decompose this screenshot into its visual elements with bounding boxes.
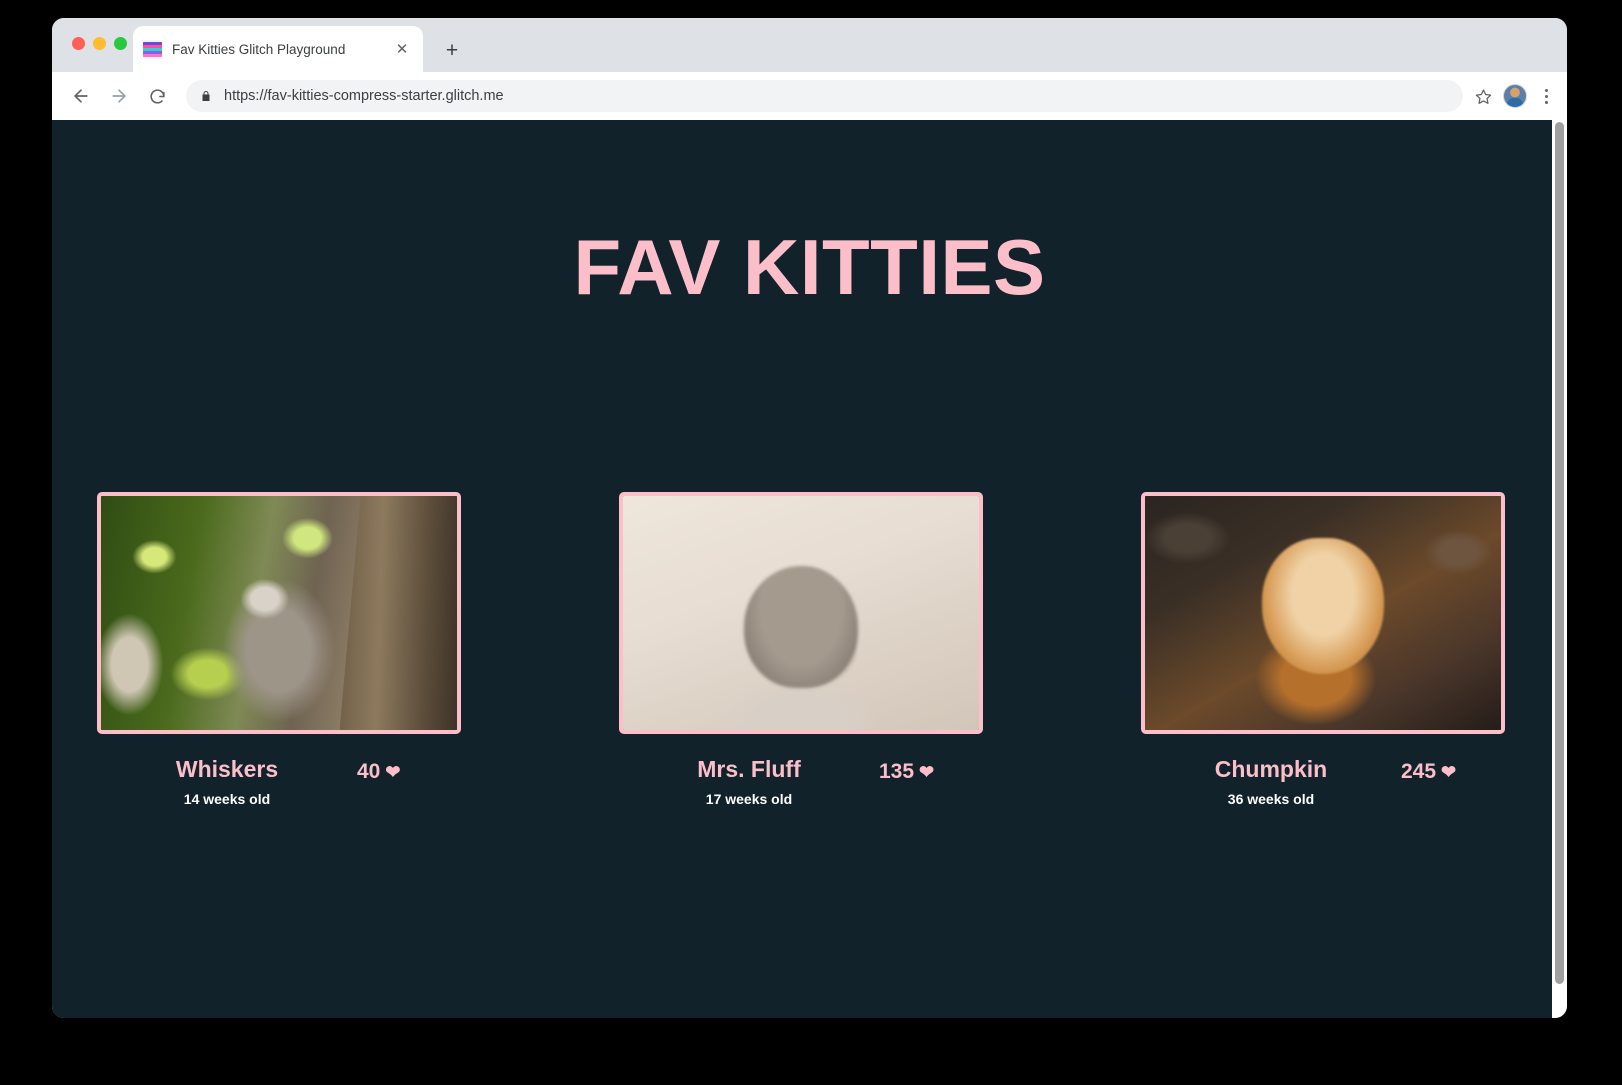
glitch-favicon <box>143 39 162 59</box>
kitty-name: Mrs. Fluff <box>697 756 801 782</box>
kitty-name: Whiskers <box>175 756 279 782</box>
minimize-window-button[interactable] <box>93 37 106 50</box>
heart-icon[interactable]: ❤ <box>919 762 934 782</box>
like-count: 135 <box>879 760 915 783</box>
browser-tab[interactable]: Fav Kitties Glitch Playground ✕ <box>133 26 423 72</box>
new-tab-button[interactable]: + <box>440 38 464 62</box>
kitty-photo-mrs-fluff[interactable] <box>619 492 983 734</box>
kitty-identity: Whiskers 14 weeks old <box>123 757 331 807</box>
kitty-age: 36 weeks old <box>1227 791 1315 808</box>
browser-window: Fav Kitties Glitch Playground ✕ + https:… <box>52 18 1567 1018</box>
star-icon[interactable] <box>1469 82 1497 110</box>
window-traffic-lights <box>72 37 127 50</box>
reload-icon[interactable] <box>140 79 174 113</box>
kitty-identity: Chumpkin 36 weeks old <box>1167 757 1375 807</box>
close-tab-icon[interactable]: ✕ <box>391 38 413 60</box>
tab-strip: Fav Kitties Glitch Playground ✕ + <box>52 18 1567 72</box>
scrollbar-thumb[interactable] <box>1555 122 1564 984</box>
browser-toolbar: https://fav-kitties-compress-starter.gli… <box>52 72 1567 120</box>
avatar[interactable] <box>1503 84 1527 108</box>
page-title: FAV KITTIES <box>573 223 1046 311</box>
kitty-card[interactable]: Mrs. Fluff 17 weeks old 135 ❤ <box>619 492 983 807</box>
kitty-card[interactable]: Chumpkin 36 weeks old 245 ❤ <box>1141 492 1505 807</box>
close-window-button[interactable] <box>72 37 85 50</box>
kitty-card-grid: Whiskers 14 weeks old 40 ❤ Mrs. Fluff 17 … <box>97 492 1505 807</box>
kitty-age: 17 weeks old <box>705 791 793 808</box>
page-viewport: FAV KITTIES Whiskers 14 weeks old 40 ❤ M… <box>52 120 1567 1018</box>
page-scrollbar[interactable] <box>1552 120 1567 1018</box>
back-arrow-icon[interactable] <box>64 79 98 113</box>
tab-title: Fav Kitties Glitch Playground <box>172 41 346 57</box>
heart-icon[interactable]: ❤ <box>385 762 400 782</box>
address-bar-url: https://fav-kitties-compress-starter.gli… <box>224 88 504 104</box>
like-counter[interactable]: 40 ❤ <box>331 757 400 784</box>
address-bar[interactable]: https://fav-kitties-compress-starter.gli… <box>186 80 1463 112</box>
like-counter[interactable]: 245 ❤ <box>1375 757 1456 784</box>
kitty-card[interactable]: Whiskers 14 weeks old 40 ❤ <box>97 492 461 807</box>
heart-icon[interactable]: ❤ <box>1441 762 1456 782</box>
kitty-age: 14 weeks old <box>183 791 271 808</box>
kitty-card-meta: Whiskers 14 weeks old 40 ❤ <box>97 757 461 807</box>
kitty-card-meta: Chumpkin 36 weeks old 245 ❤ <box>1141 757 1505 807</box>
like-count: 40 <box>357 760 381 783</box>
lock-icon <box>200 89 212 103</box>
forward-arrow-icon[interactable] <box>102 79 136 113</box>
kitty-card-meta: Mrs. Fluff 17 weeks old 135 ❤ <box>619 757 983 807</box>
kitty-name: Chumpkin <box>1214 756 1328 782</box>
kitty-photo-whiskers[interactable] <box>97 492 461 734</box>
maximize-window-button[interactable] <box>114 37 127 50</box>
like-counter[interactable]: 135 ❤ <box>853 757 934 784</box>
three-dot-menu-icon[interactable] <box>1537 82 1555 110</box>
kitty-identity: Mrs. Fluff 17 weeks old <box>645 757 853 807</box>
like-count: 245 <box>1401 760 1437 783</box>
kitty-photo-chumpkin[interactable] <box>1141 492 1505 734</box>
